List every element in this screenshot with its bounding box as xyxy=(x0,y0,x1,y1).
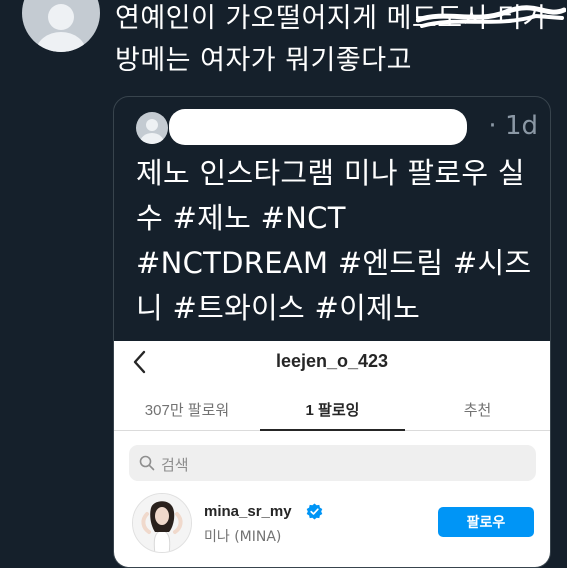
reply-author-avatar[interactable] xyxy=(22,0,100,52)
instagram-screenshot: leejen_o_423 307만 팔로워 1 팔로잉 추천 검색 mina_s… xyxy=(114,341,550,567)
tab-following[interactable]: 1 팔로잉 xyxy=(260,399,405,420)
avatar-head xyxy=(48,4,74,30)
redaction-scribble xyxy=(416,5,566,28)
search-input[interactable]: 검색 xyxy=(129,445,536,481)
tweet-timestamp[interactable]: · 1d xyxy=(488,111,538,141)
search-placeholder: 검색 xyxy=(161,456,189,474)
active-tab-indicator xyxy=(260,429,405,431)
quoted-author-avatar[interactable] xyxy=(136,112,168,144)
quoted-tweet-text: 제노 인스타그램 미나 팔로우 실수 #제노 #NCT #NCTDREAM #엔… xyxy=(136,156,532,325)
verified-badge-icon xyxy=(306,503,323,520)
profile-username: leejen_o_423 xyxy=(275,351,389,371)
avatar-body xyxy=(36,32,86,52)
follow-button[interactable]: 팔로우 xyxy=(438,507,534,537)
quoted-tweet-card[interactable]: · 1d 제노 인스타그램 미나 팔로우 실수 #제노 #NCT #NCTDRE… xyxy=(113,96,551,568)
avatar-body xyxy=(140,133,164,144)
following-user-display-name: 미나 (MINA) xyxy=(204,529,282,545)
follow-tabs: 307만 팔로워 1 팔로잉 추천 xyxy=(114,383,550,431)
profile-photo xyxy=(133,494,191,552)
tab-suggested[interactable]: 추천 xyxy=(405,399,550,420)
avatar[interactable] xyxy=(132,493,192,553)
tab-followers[interactable]: 307만 팔로워 xyxy=(114,399,260,420)
avatar-head xyxy=(146,119,158,131)
following-user-handle[interactable]: mina_sr_my xyxy=(204,503,292,520)
search-icon xyxy=(139,455,155,471)
redacted-author-name xyxy=(169,109,467,145)
